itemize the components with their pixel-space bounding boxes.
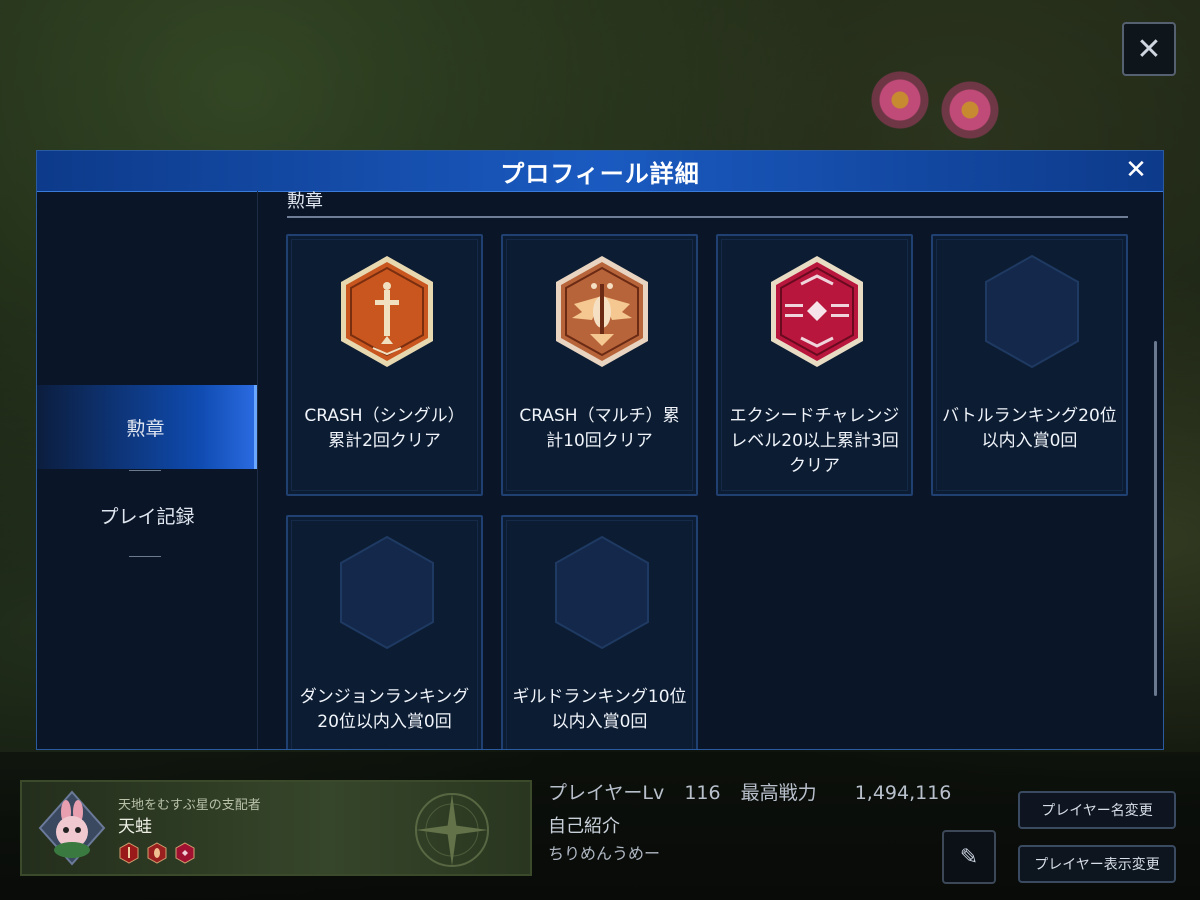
badge-card-dungeon-ranking[interactable]: ダンジョンランキング20位以内入賞0回 xyxy=(286,515,483,749)
avatar xyxy=(38,790,106,866)
close-icon: ✕ xyxy=(1136,31,1162,67)
winged-medal-icon xyxy=(147,842,167,864)
player-title: 天地をむすぶ星の支配者 xyxy=(118,798,261,813)
sword-medal-icon xyxy=(341,256,433,367)
rename-player-button[interactable]: プレイヤー名変更 xyxy=(1018,791,1176,829)
diamond-medal-icon xyxy=(175,842,195,864)
profile-detail-modal: プロフィール詳細 ✕ 勲章 プレイ記録 勲章 CRASH（シングル）累計2回クリ… xyxy=(36,150,1164,750)
sidebar-item-play-record[interactable]: プレイ記録 xyxy=(37,473,257,557)
winged-medal-icon xyxy=(556,256,648,367)
sidebar-divider xyxy=(129,470,161,471)
badge-card-crash-single[interactable]: CRASH（シングル）累計2回クリア xyxy=(286,234,483,496)
badge-label: ダンジョンランキング20位以内入賞0回 xyxy=(299,687,470,732)
player-card[interactable]: 天地をむすぶ星の支配者 天蛙 xyxy=(20,780,532,876)
compass-icon xyxy=(415,793,489,867)
player-name: 天蛙 xyxy=(118,817,152,837)
badge-label: CRASH（シングル）累計2回クリア xyxy=(304,406,465,451)
badge-card-crash-multi[interactable]: CRASH（マルチ）累計10回クリア xyxy=(501,234,698,496)
close-icon: ✕ xyxy=(1125,155,1147,185)
background-flower xyxy=(870,70,930,130)
modal-close-button[interactable]: ✕ xyxy=(1121,155,1151,185)
power-label: 最高戦力 xyxy=(740,782,817,804)
top-close-button[interactable]: ✕ xyxy=(1122,22,1176,76)
section-title: 勲章 xyxy=(287,191,323,212)
edit-self-intro-button[interactable]: ✎ xyxy=(942,830,996,884)
sword-medal-icon xyxy=(119,842,139,864)
content-scrollbar[interactable] xyxy=(1154,341,1157,696)
equipped-badges xyxy=(118,842,196,864)
empty-hexagon-icon xyxy=(985,254,1079,369)
button-label: プレイヤー名変更 xyxy=(1041,803,1153,819)
sidebar-divider xyxy=(129,556,161,557)
level-label: プレイヤーLv xyxy=(548,782,665,804)
button-label: プレイヤー表示変更 xyxy=(1034,857,1160,873)
empty-hexagon-icon xyxy=(340,535,434,650)
badge-label: バトルランキング20位以内入賞0回 xyxy=(942,406,1117,451)
level-value: 116 xyxy=(684,782,721,804)
badge-content: 勲章 CRASH（シングル）累計2回クリア CRASH（マルチ）累計10回クリア… xyxy=(258,191,1163,749)
sidebar-item-label: プレイ記録 xyxy=(99,505,195,528)
modal-header: プロフィール詳細 ✕ xyxy=(37,151,1163,192)
section-divider xyxy=(287,216,1128,218)
sidebar: 勲章 プレイ記録 xyxy=(37,191,258,749)
empty-hexagon-icon xyxy=(555,535,649,650)
badge-card-exceed-challenge[interactable]: エクシードチャレンジレベル20以上累計3回クリア xyxy=(716,234,913,496)
background-flower xyxy=(940,80,1000,140)
badge-label: ギルドランキング10位以内入賞0回 xyxy=(512,687,687,732)
self-intro-text: ちりめんうめー xyxy=(548,844,661,863)
change-player-display-button[interactable]: プレイヤー表示変更 xyxy=(1018,845,1176,883)
badge-label: CRASH（マルチ）累計10回クリア xyxy=(519,406,680,451)
badge-label: エクシードチャレンジレベル20以上累計3回クリア xyxy=(729,406,900,476)
sidebar-item-label: 勲章 xyxy=(126,417,165,440)
modal-title: プロフィール詳細 xyxy=(500,159,700,188)
badge-card-battle-ranking[interactable]: バトルランキング20位以内入賞0回 xyxy=(931,234,1128,496)
player-stats: プレイヤーLv 116 最高戦力 1,494,116 xyxy=(548,778,965,805)
self-intro-label: 自己紹介 xyxy=(548,816,620,837)
sidebar-item-medals[interactable]: 勲章 xyxy=(37,385,257,469)
power-value: 1,494,116 xyxy=(854,782,952,804)
edit-icon: ✎ xyxy=(959,844,979,870)
badge-card-guild-ranking[interactable]: ギルドランキング10位以内入賞0回 xyxy=(501,515,698,749)
diamond-medal-icon xyxy=(771,256,863,367)
